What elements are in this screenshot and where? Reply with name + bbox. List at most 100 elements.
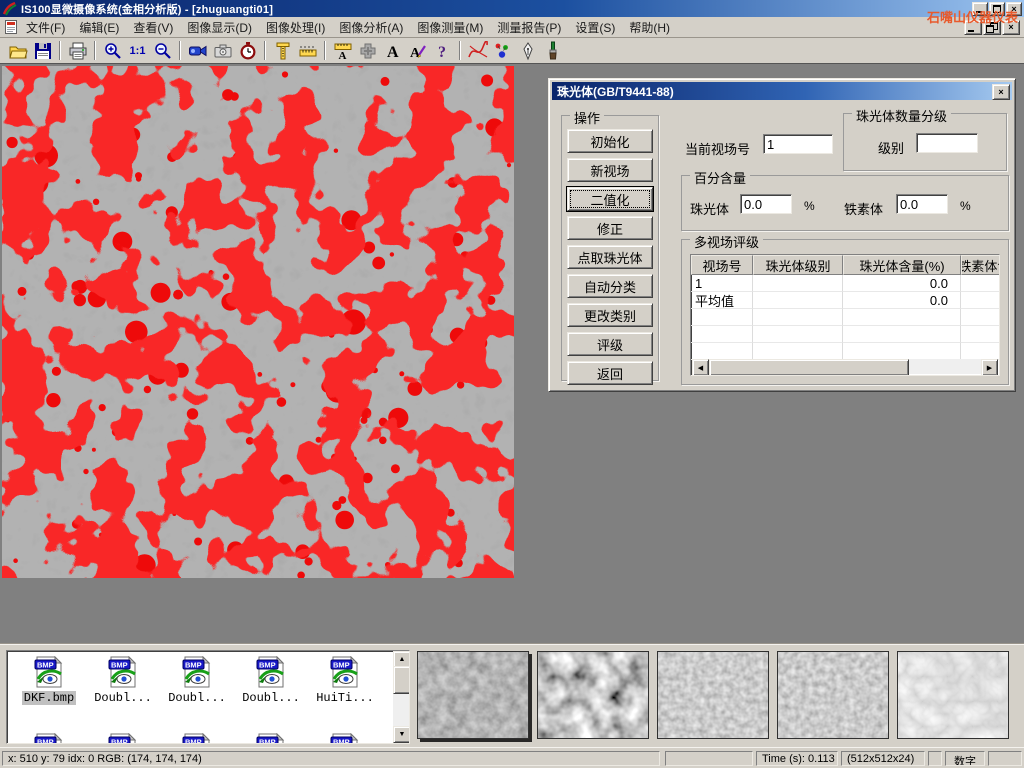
current-view-input[interactable]: [763, 134, 833, 154]
pearlite-unit: %: [804, 199, 815, 213]
menu-settings[interactable]: 设置(S): [568, 17, 622, 38]
menu-file[interactable]: 文件(F): [19, 17, 72, 38]
pearlite-percent-input[interactable]: [740, 194, 792, 214]
ferrite-percent-input[interactable]: [896, 194, 948, 214]
bmp-file-icon: [181, 733, 213, 744]
menu-edit[interactable]: 编辑(E): [72, 17, 126, 38]
gallery-thumbnail[interactable]: [417, 651, 529, 739]
table-row[interactable]: 1 0.0: [691, 275, 999, 292]
rate-button[interactable]: 评级: [567, 332, 653, 356]
file-list-scrollbar[interactable]: ▲ ▼: [393, 651, 409, 743]
menu-view[interactable]: 查看(V): [126, 17, 180, 38]
merge-button[interactable]: [355, 39, 380, 62]
menu-image-analysis[interactable]: 图像分析(A): [332, 17, 410, 38]
scroll-left-icon[interactable]: ◀: [692, 359, 709, 376]
pick-pearlite-button[interactable]: 点取珠光体: [567, 245, 653, 269]
pen-button[interactable]: [515, 39, 540, 62]
file-item[interactable]: [13, 733, 85, 744]
grade-input[interactable]: [916, 133, 978, 153]
menu-help[interactable]: 帮助(H): [622, 17, 677, 38]
binarize-button[interactable]: 二值化: [567, 187, 653, 211]
menu-image-display[interactable]: 图像显示(D): [180, 17, 259, 38]
text-button[interactable]: A: [380, 39, 405, 62]
application-window: BMP IS100显微摄像系统(金相分析版) - [zhuguangti01] …: [0, 0, 1024, 768]
edit-text-button[interactable]: A: [405, 39, 430, 62]
timer-button[interactable]: [235, 39, 260, 62]
file-name: Doubl...: [92, 691, 154, 705]
gallery-thumbnail[interactable]: [897, 651, 1009, 739]
table-row[interactable]: 平均值 0.0: [691, 292, 999, 309]
file-item[interactable]: Doubl...: [235, 656, 307, 706]
print-button[interactable]: [65, 39, 90, 62]
video-capture-button[interactable]: [185, 39, 210, 62]
open-folder-icon: [8, 41, 28, 61]
ruler-button[interactable]: [295, 39, 320, 62]
header-field-no[interactable]: 视场号: [691, 255, 753, 275]
actual-size-button[interactable]: 1:1: [125, 39, 150, 62]
header-ferrite-content[interactable]: 铁素体含量(%): [961, 255, 1000, 275]
dialog-title-bar[interactable]: 珠光体(GB/T9441-88) ×: [552, 82, 1012, 100]
gallery-thumbnail[interactable]: [657, 651, 769, 739]
scroll-right-icon[interactable]: ▶: [981, 359, 998, 376]
auto-classify-button[interactable]: 自动分类: [567, 274, 653, 298]
multiview-table: 视场号 珠光体级别 珠光体含量(%) 铁素体含量(%) 1 0.0 平均值: [690, 254, 1000, 376]
zoom-out-button[interactable]: [150, 39, 175, 62]
scroll-down-icon[interactable]: ▼: [393, 726, 410, 743]
toolbar-separator: [459, 41, 461, 60]
bmp-file-icon: [107, 656, 139, 688]
save-button[interactable]: [30, 39, 55, 62]
open-button[interactable]: [5, 39, 30, 62]
spline-button[interactable]: [465, 39, 490, 62]
cell-ferrite: [961, 275, 1000, 292]
camera-button[interactable]: [210, 39, 235, 62]
init-button[interactable]: 初始化: [567, 129, 653, 153]
change-class-button[interactable]: 更改类别: [567, 303, 653, 327]
metallograph-image[interactable]: [2, 66, 514, 578]
return-button[interactable]: 返回: [567, 361, 653, 385]
percent-group: 百分含量 珠光体 % 铁素体 %: [681, 175, 1009, 231]
header-pearlite-grade[interactable]: 珠光体级别: [753, 255, 843, 275]
class-points-button[interactable]: [490, 39, 515, 62]
gallery-thumbnail[interactable]: [777, 651, 889, 739]
pearlite-label: 珠光体: [690, 199, 729, 218]
gallery-thumbnail[interactable]: [537, 651, 649, 739]
file-item[interactable]: Doubl...: [161, 656, 233, 706]
file-item[interactable]: [235, 733, 307, 744]
ruler-icon: [298, 41, 318, 61]
file-item[interactable]: Doubl...: [87, 656, 159, 706]
toolbar: 1:1: [0, 38, 1024, 64]
file-item[interactable]: [161, 733, 233, 744]
dialog-close-button[interactable]: ×: [992, 84, 1010, 100]
menu-image-measure[interactable]: 图像测量(M): [410, 17, 490, 38]
correct-button[interactable]: 修正: [567, 216, 653, 240]
brush-button[interactable]: [540, 39, 565, 62]
file-name: HuiTi...: [314, 691, 376, 705]
measure-label-button[interactable]: A: [330, 39, 355, 62]
scrollbar-thumb[interactable]: [393, 666, 410, 694]
header-pearlite-content[interactable]: 珠光体含量(%): [843, 255, 961, 275]
file-name: DKF.bmp: [22, 691, 76, 705]
svg-text:A: A: [387, 44, 399, 61]
actual-size-icon: 1:1: [130, 45, 146, 57]
new-field-button[interactable]: 新视场: [567, 158, 653, 182]
menu-image-processing[interactable]: 图像处理(I): [259, 17, 332, 38]
dialog-title: 珠光体(GB/T9441-88): [557, 83, 674, 100]
file-item[interactable]: [87, 733, 159, 744]
table-horizontal-scrollbar[interactable]: ◀ ▶: [692, 359, 998, 374]
file-item[interactable]: DKF.bmp: [13, 656, 85, 706]
cell-grade: [753, 292, 843, 309]
multiview-group-label: 多视场评级: [690, 232, 763, 251]
file-item[interactable]: HuiTi...: [309, 656, 381, 706]
scrollbar-thumb[interactable]: [709, 359, 909, 376]
file-item[interactable]: [309, 733, 381, 744]
toolbar-separator: [264, 41, 266, 60]
svg-text:?: ?: [438, 44, 446, 61]
zoom-in-button[interactable]: [100, 39, 125, 62]
document-icon[interactable]: [3, 19, 19, 35]
help-button[interactable]: ?: [430, 39, 455, 62]
grid-cross-icon: [358, 41, 378, 61]
caliper-button[interactable]: [270, 39, 295, 62]
menu-measure-report[interactable]: 测量报告(P): [490, 17, 568, 38]
status-image-size: (512x512x24): [841, 751, 925, 766]
bmp-file-icon: [33, 656, 65, 688]
